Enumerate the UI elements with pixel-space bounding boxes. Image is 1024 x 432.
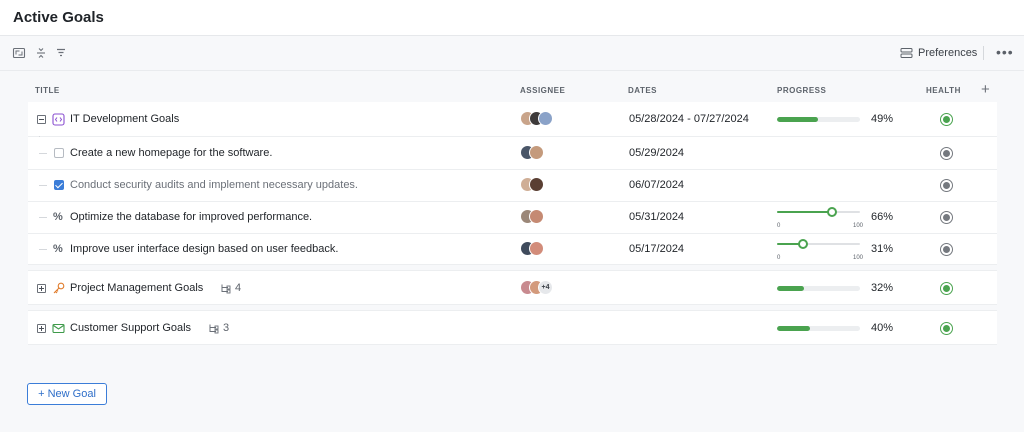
tree-branch	[39, 185, 47, 186]
more-assignees-badge[interactable]: +4	[538, 280, 553, 295]
task-checkbox[interactable]	[54, 148, 64, 158]
task-date: 05/31/2024	[629, 211, 685, 223]
task-title[interactable]: Optimize the database for improved perfo…	[70, 211, 312, 223]
collapse-all-icon[interactable]	[34, 46, 48, 60]
filter-icon[interactable]	[54, 46, 68, 60]
assignee-avatars[interactable]	[520, 111, 553, 127]
slider-handle[interactable]	[797, 239, 808, 249]
progress-bar	[777, 117, 860, 122]
subgoal-count-value: 4	[235, 282, 242, 294]
health-indicator[interactable]	[940, 243, 953, 256]
preferences-button[interactable]: Preferences	[900, 44, 977, 62]
progress-bar	[777, 286, 860, 291]
health-indicator[interactable]	[940, 179, 953, 192]
progress-percent: 66%	[871, 211, 894, 223]
preferences-icon	[900, 48, 913, 58]
goal-title[interactable]: Project Management Goals	[70, 282, 203, 294]
key-icon	[53, 282, 65, 294]
page-header: Active Goals	[0, 0, 1024, 36]
task-row[interactable]: % Improve user interface design based on…	[28, 234, 997, 265]
goal-row[interactable]: IT Development Goals 05/28/2024 - 07/27/…	[28, 102, 997, 137]
task-date: 05/17/2024	[629, 243, 685, 255]
avatar	[529, 241, 544, 256]
progress-percent: 49%	[871, 113, 894, 125]
subgoals-icon	[221, 284, 231, 293]
mail-icon	[52, 323, 65, 334]
expand-toggle[interactable]	[37, 284, 46, 293]
health-indicator[interactable]	[940, 211, 953, 224]
task-title[interactable]: Create a new homepage for the software.	[70, 147, 272, 159]
tree-branch	[39, 217, 47, 218]
health-indicator[interactable]	[940, 147, 953, 160]
column-header-health[interactable]: HEALTH	[926, 86, 961, 95]
subgoal-count[interactable]: 3	[208, 322, 229, 334]
progress-bar-fill	[777, 286, 804, 291]
progress-percent: 31%	[871, 243, 894, 255]
slider-handle[interactable]	[826, 207, 837, 217]
health-indicator[interactable]	[940, 322, 953, 335]
task-title[interactable]: Conduct security audits and implement ne…	[70, 179, 358, 191]
column-header-progress[interactable]: PROGRESS	[777, 86, 826, 95]
new-goal-button[interactable]: + New Goal	[27, 383, 107, 405]
column-header-assignee[interactable]: ASSIGNEE	[520, 86, 565, 95]
expand-icon[interactable]	[12, 46, 26, 60]
progress-slider[interactable]: 0 100	[777, 238, 863, 261]
avatar	[529, 209, 544, 224]
progress-slider[interactable]: 0 100	[777, 206, 863, 229]
progress-bar-fill	[777, 326, 811, 331]
assignee-avatars[interactable]	[520, 177, 544, 193]
goal-row[interactable]: Project Management Goals 4 +4 32%	[28, 270, 997, 305]
more-options-button[interactable]: •••	[996, 44, 1014, 60]
collapse-toggle[interactable]	[37, 115, 46, 124]
add-column-button[interactable]: +	[981, 82, 990, 97]
progress-percent: 32%	[871, 282, 894, 294]
goal-title[interactable]: IT Development Goals	[70, 113, 179, 125]
toolbar: Preferences •••	[0, 36, 1024, 71]
assignee-avatars[interactable]: +4	[520, 280, 553, 296]
progress-bar	[777, 326, 860, 331]
percent-icon: %	[53, 243, 63, 255]
slider-min-label: 0	[777, 255, 781, 261]
assignee-avatars[interactable]	[520, 145, 544, 161]
slider-min-label: 0	[777, 223, 781, 229]
column-header-title[interactable]: TITLE	[35, 86, 60, 95]
preferences-label: Preferences	[918, 47, 978, 59]
task-checkbox-checked[interactable]	[54, 180, 64, 190]
progress-bar-fill	[777, 117, 818, 122]
column-header-dates[interactable]: DATES	[628, 86, 657, 95]
avatar	[529, 177, 544, 192]
task-row[interactable]: % Optimize the database for improved per…	[28, 202, 997, 234]
task-title[interactable]: Improve user interface design based on u…	[70, 243, 338, 255]
percent-icon: %	[53, 211, 63, 223]
task-row[interactable]: Create a new homepage for the software. …	[28, 137, 997, 170]
code-file-icon	[52, 113, 65, 126]
slider-max-label: 100	[852, 223, 863, 229]
health-indicator[interactable]	[940, 282, 953, 295]
slider-fill	[777, 211, 832, 213]
health-indicator[interactable]	[940, 113, 953, 126]
avatar	[538, 111, 553, 126]
task-row[interactable]: Conduct security audits and implement ne…	[28, 170, 997, 202]
avatar	[529, 145, 544, 160]
tree-branch	[39, 153, 47, 154]
assignee-avatars[interactable]	[520, 209, 544, 225]
subgoal-count[interactable]: 4	[220, 282, 241, 294]
subgoals-icon	[209, 324, 219, 333]
goal-title[interactable]: Customer Support Goals	[70, 322, 191, 334]
task-date: 06/07/2024	[629, 179, 685, 191]
toolbar-divider	[983, 46, 984, 60]
progress-percent: 40%	[871, 322, 894, 334]
tree-branch	[39, 249, 47, 250]
subgoal-count-value: 3	[223, 322, 230, 334]
goal-dates: 05/28/2024 - 07/27/2024	[629, 113, 749, 125]
goal-row[interactable]: Customer Support Goals 3 40%	[28, 310, 997, 345]
page-title: Active Goals	[13, 9, 104, 26]
expand-toggle[interactable]	[37, 324, 46, 333]
assignee-avatars[interactable]	[520, 241, 544, 257]
slider-max-label: 100	[852, 255, 863, 261]
task-date: 05/29/2024	[629, 147, 685, 159]
